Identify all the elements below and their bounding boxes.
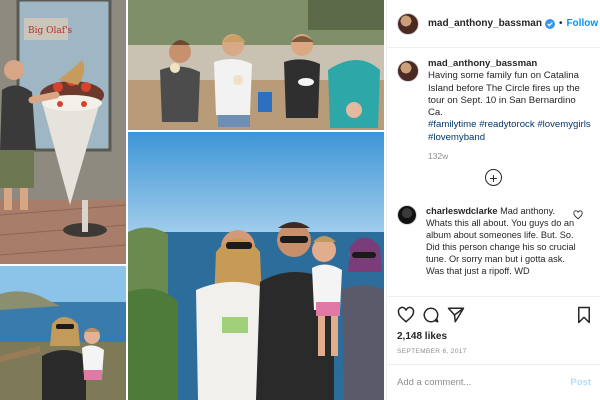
bookmark-icon[interactable] — [575, 306, 593, 324]
verified-badge-icon — [544, 18, 555, 29]
caption-text: Having some family fun on Catalina Islan… — [428, 70, 580, 119]
hashtag-link[interactable]: #lovemyband — [428, 132, 485, 143]
hashtag-link[interactable]: #lovemygirls — [537, 119, 590, 130]
post-header: mad_anthony_bassman • Follow — [387, 0, 600, 48]
likes-count[interactable]: 2,148 likes — [397, 331, 447, 342]
caption-username-link[interactable]: mad_anthony_bassman — [428, 58, 592, 70]
post-photo-collage[interactable]: Big Olaf's — [0, 0, 384, 400]
mother-daughter-coast-photo — [0, 266, 126, 400]
post-details-panel: mad_anthony_bassman • Follow mad_anthony… — [386, 0, 600, 400]
post-actions-bar — [387, 296, 600, 330]
hashtag-link[interactable]: #familytime — [428, 119, 477, 130]
comment-heart-icon[interactable] — [573, 210, 583, 220]
header-username-link[interactable]: mad_anthony_bassman — [428, 18, 542, 29]
hashtag-link[interactable]: #readytorock — [479, 119, 534, 130]
family-ocean-view-photo — [128, 132, 384, 400]
shop-sign-text: Big Olaf's — [28, 26, 73, 36]
comment-item: charleswdclarke Mad anthony. Whats this … — [397, 205, 595, 278]
follow-button[interactable]: Follow — [566, 18, 598, 29]
women-eating-ice-cream-photo — [128, 0, 384, 130]
comment-text: Mad anthony. Whats this all about. You g… — [426, 206, 576, 277]
add-comment-bar: Post — [387, 364, 600, 400]
header-separator: • — [558, 18, 563, 29]
add-comment-input[interactable] — [397, 373, 557, 391]
avatar[interactable] — [397, 12, 419, 35]
plus-circle-icon: + — [489, 169, 498, 186]
caption-hashtags: #familytime #readytorock #lovemygirls #l… — [428, 119, 592, 144]
caption-avatar[interactable] — [397, 60, 419, 82]
comment-username-link[interactable]: charleswdclarke — [426, 206, 498, 216]
post-caption: mad_anthony_bassman Having some family f… — [397, 58, 595, 162]
comment-icon[interactable] — [422, 306, 440, 324]
share-icon[interactable] — [447, 306, 465, 324]
commenter-avatar[interactable] — [397, 205, 417, 225]
load-more-comments-button[interactable]: + — [485, 169, 502, 186]
post-comment-button[interactable]: Post — [570, 377, 591, 388]
heart-icon[interactable] — [397, 306, 415, 324]
post-date: SEPTEMBER 6, 2017 — [397, 348, 467, 355]
caption-timestamp[interactable]: 132w — [428, 150, 592, 162]
ice-cream-statue-photo: Big Olaf's — [0, 0, 126, 264]
